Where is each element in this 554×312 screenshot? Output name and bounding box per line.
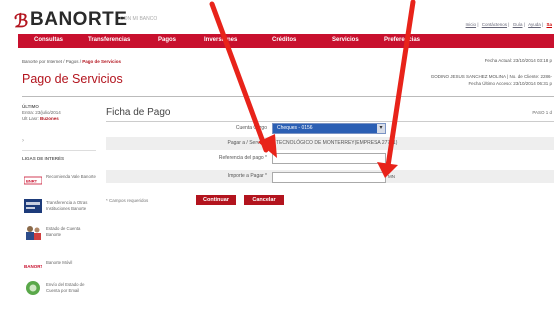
referencia-input[interactable] bbox=[272, 153, 386, 164]
sidebar-item-recomienda[interactable]: BNRT Recomienda Vale Banorte bbox=[22, 170, 98, 192]
current-date: Fecha Actual: 23/10/2014 03:18 p bbox=[484, 58, 552, 63]
cuenta-cargo-value: Cheques - 0156 bbox=[277, 125, 313, 131]
breadcrumb-current: Pago de Servicios bbox=[82, 59, 122, 64]
step-indicator: PASO 1 d bbox=[532, 110, 552, 115]
nav-inversiones[interactable]: Inversiones bbox=[204, 37, 237, 43]
importe-input[interactable] bbox=[272, 172, 386, 183]
form-title: Ficha de Pago bbox=[106, 107, 171, 118]
top-link-contacto[interactable]: Contáctenos bbox=[482, 22, 507, 27]
currency-label: MN bbox=[388, 174, 395, 179]
row-referencia: Referencia del pago * bbox=[106, 152, 554, 165]
top-links: Inicio | Contáctenos | Guía | Ayuda | Sa bbox=[465, 22, 552, 27]
sidebar-section-label: ÚLTIMO bbox=[22, 104, 39, 109]
sidebar-heading: LIGAS DE INTERÉS bbox=[22, 156, 65, 161]
svg-text:BANORTE: BANORTE bbox=[24, 264, 42, 269]
people-icon bbox=[26, 226, 41, 240]
user-info: GODINO JESUS SANCHEZ MOLINA | No. de Cli… bbox=[430, 74, 552, 79]
nav-servicios[interactable]: Servicios bbox=[332, 37, 359, 43]
row-cuenta-cargo: Cuenta Cargo Cheques - 0156 ▾ bbox=[106, 122, 554, 135]
divider bbox=[22, 150, 96, 151]
banorte-logo-text[interactable]: BANORTE bbox=[30, 9, 127, 31]
top-link-guia[interactable]: Guía bbox=[513, 22, 523, 27]
bank-card-icon bbox=[24, 199, 42, 213]
svg-text:BNRT: BNRT bbox=[26, 179, 38, 184]
top-link-ayuda[interactable]: Ayuda bbox=[528, 22, 541, 27]
nav-pagos[interactable]: Pagos bbox=[158, 37, 176, 43]
sidebar-item-envio-email[interactable]: Envío del Estado de Cuenta por Email bbox=[22, 278, 98, 300]
importe-label: Importe a Pagar * bbox=[227, 173, 267, 179]
top-link-inicio[interactable]: Inicio bbox=[466, 22, 477, 27]
sidebar-login-prefix: Ult Lasr: bbox=[22, 116, 41, 121]
chevron-right-icon[interactable]: › bbox=[22, 138, 24, 144]
main-nav: Consultas Transferencias Pagos Inversion… bbox=[18, 34, 554, 48]
last-access: Fecha Último Acceso: 23/10/2014 06:31 p bbox=[468, 81, 552, 86]
sidebar-item-label: Estado de Cuenta Banorte bbox=[46, 226, 81, 237]
required-fields-note: * Campos requeridos bbox=[106, 198, 149, 203]
exit-link[interactable]: Sa bbox=[546, 22, 552, 27]
pagar-a-label: Pagar a / Servicio bbox=[227, 140, 267, 146]
logo-tagline: CON MI BANCO bbox=[120, 16, 158, 22]
continue-button[interactable]: Continuar bbox=[196, 195, 236, 205]
sidebar-item-transferencia[interactable]: Transferencia a Otras Instituciones Bano… bbox=[22, 196, 98, 218]
banorte-mobile-icon: BANORTE bbox=[24, 262, 42, 270]
sidebar-login-link[interactable]: Buzones bbox=[40, 116, 59, 121]
breadcrumb-path[interactable]: Banorte por Internet / Pagos / bbox=[22, 59, 82, 64]
sidebar-date: Entra: 23/julio/2014 bbox=[22, 110, 61, 115]
pagar-a-value: TECNOLÓGICO DE MONTERREY(EMPRESA 27771) bbox=[276, 140, 398, 146]
row-importe: Importe a Pagar * MN bbox=[106, 170, 554, 183]
sidebar-item-label: Banorte Móvil bbox=[46, 260, 73, 265]
banorte-logo-icon: ℬ bbox=[14, 11, 28, 31]
referencia-label: Referencia del pago * bbox=[218, 155, 267, 161]
breadcrumb: Banorte por Internet / Pagos / Pago de S… bbox=[22, 59, 121, 64]
nav-creditos[interactable]: Créditos bbox=[272, 37, 296, 43]
nav-consultas[interactable]: Consultas bbox=[34, 37, 63, 43]
sidebar-login: Ult Lasr: Buzones bbox=[22, 116, 59, 121]
sidebar-item-label: Recomienda Vale Banorte bbox=[46, 174, 96, 179]
sidebar-item-movil[interactable]: BANORTE Banorte Móvil bbox=[22, 256, 98, 278]
sidebar-item-label: Envío del Estado de Cuenta por Email bbox=[46, 282, 85, 293]
recycle-icon bbox=[26, 281, 40, 295]
nav-preferencias[interactable]: Preferencias bbox=[384, 37, 420, 43]
cancel-button[interactable]: Cancelar bbox=[244, 195, 284, 205]
banorte-card-icon: BNRT bbox=[24, 176, 42, 185]
nav-transferencias[interactable]: Transferencias bbox=[88, 37, 130, 43]
sidebar-item-label: Transferencia a Otras Instituciones Bano… bbox=[46, 200, 88, 211]
cuenta-cargo-select[interactable]: Cheques - 0156 ▾ bbox=[272, 123, 386, 134]
page-title: Pago de Servicios bbox=[22, 72, 123, 86]
cuenta-cargo-label: Cuenta Cargo bbox=[235, 125, 267, 131]
chevron-down-icon[interactable]: ▾ bbox=[377, 124, 385, 133]
row-pagar-a: Pagar a / Servicio TECNOLÓGICO DE MONTER… bbox=[106, 137, 554, 150]
sidebar-item-estado-cuenta[interactable]: Estado de Cuenta Banorte bbox=[22, 222, 98, 244]
divider bbox=[22, 96, 554, 97]
